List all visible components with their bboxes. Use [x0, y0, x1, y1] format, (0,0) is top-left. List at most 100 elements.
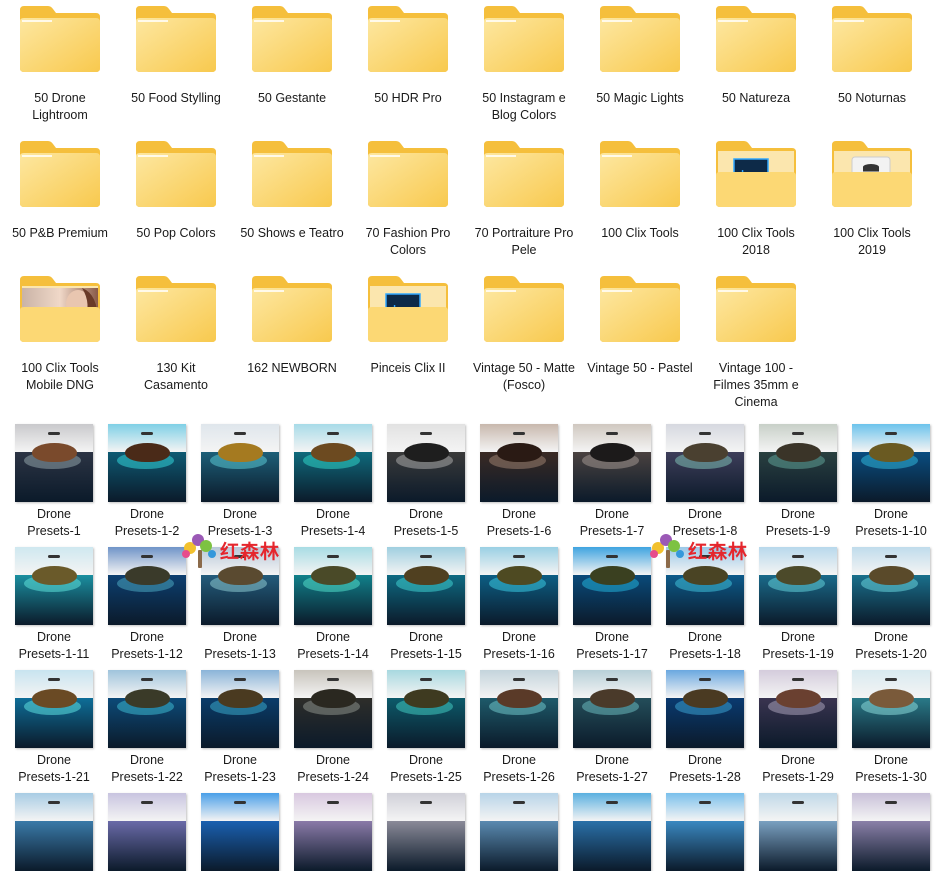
image-thumbnail [759, 424, 837, 502]
folder-label: 70 Portraiture Pro Pele [474, 226, 574, 257]
image-file-item[interactable]: Drone Presets-1-2 [101, 424, 193, 540]
image-thumbnail [759, 793, 837, 871]
folder-label: 50 Pop Colors [136, 226, 216, 240]
image-file-item[interactable]: Drone Presets-1-27 [566, 670, 658, 786]
folder-item[interactable]: 70 Fashion Pro Colors [353, 135, 463, 259]
image-file-item[interactable]: Drone Presets-1-26 [473, 670, 565, 786]
image-file-item[interactable]: Drone Presets-1-14 [287, 547, 379, 663]
image-thumbnail [201, 793, 279, 871]
image-file-item[interactable]: Drone Presets-1-3 [194, 424, 286, 540]
image-file-item[interactable]: Drone Presets-1-21 [8, 670, 100, 786]
file-label: Drone Presets-1-24 [297, 753, 369, 784]
image-thumbnail [108, 793, 186, 871]
folder-icon [250, 4, 334, 74]
image-file-item[interactable]: Drone Presets-1-24 [287, 670, 379, 786]
image-file-item[interactable] [287, 793, 379, 871]
image-file-item[interactable]: Drone Presets-1-25 [380, 670, 472, 786]
folder-label: 100 Clix Tools [601, 226, 679, 240]
folder-item[interactable]: 162 NEWBORN [237, 270, 347, 377]
image-thumbnail [666, 547, 744, 625]
file-label: Drone Presets-1-11 [18, 630, 90, 661]
folder-item[interactable]: 50 Drone Lightroom [5, 0, 115, 124]
folder-icon [134, 139, 218, 209]
file-label: Drone Presets-1-14 [297, 630, 369, 661]
drone-icon [47, 431, 61, 435]
image-file-item[interactable]: Drone Presets-1-22 [101, 670, 193, 786]
folder-item[interactable]: 100 Clix Tools [585, 135, 695, 242]
folder-item[interactable]: Lrc Pinceis Clix II [353, 270, 463, 377]
image-file-item[interactable] [845, 793, 937, 871]
image-file-item[interactable]: Drone Presets-1-7 [566, 424, 658, 540]
image-file-item[interactable] [752, 793, 844, 871]
folder-item[interactable]: Vintage 100 - Filmes 35mm e Cinema [701, 270, 811, 411]
image-file-item[interactable]: Drone Presets-1-29 [752, 670, 844, 786]
image-file-item[interactable]: Drone Presets-1-28 [659, 670, 751, 786]
folder-item[interactable]: 50 Noturnas [817, 0, 927, 107]
image-file-item[interactable]: Drone Presets-1-4 [287, 424, 379, 540]
image-file-item[interactable]: Drone Presets-1-8 [659, 424, 751, 540]
file-label: Drone Presets-1-26 [483, 753, 555, 784]
image-thumbnail [852, 793, 930, 871]
image-file-item[interactable]: Drone Presets-1-16 [473, 547, 565, 663]
image-file-item[interactable] [101, 793, 193, 871]
image-file-item[interactable]: Drone Presets-1-6 [473, 424, 565, 540]
folder-label: 50 P&B Premium [12, 226, 108, 240]
folder-item[interactable]: 50 HDR Pro [353, 0, 463, 107]
image-file-item[interactable]: Drone Presets-1-11 [8, 547, 100, 663]
folder-icon [598, 274, 682, 344]
image-file-item[interactable]: Drone Presets-1-12 [101, 547, 193, 663]
image-file-item[interactable]: Drone Presets-1-23 [194, 670, 286, 786]
image-file-item[interactable] [659, 793, 751, 871]
image-file-item[interactable]: Drone Presets-1-5 [380, 424, 472, 540]
image-file-item[interactable]: Drone Presets-1-18 [659, 547, 751, 663]
drone-icon [233, 800, 247, 804]
folder-item[interactable]: 50 Natureza [701, 0, 811, 107]
folder-item[interactable]: 50 P&B Premium [5, 135, 115, 242]
drone-icon [233, 431, 247, 435]
image-file-item[interactable]: Drone Presets-1-17 [566, 547, 658, 663]
folder-item[interactable]: 50 Gestante [237, 0, 347, 107]
image-file-item[interactable]: Drone Presets-1 [8, 424, 100, 540]
folder-item[interactable]: 100 Clix Tools 2019 [817, 135, 927, 259]
image-file-item[interactable] [380, 793, 472, 871]
folder-item[interactable]: 130 Kit Casamento [121, 270, 231, 394]
folder-item[interactable]: Vintage 50 - Pastel [585, 270, 695, 377]
image-file-item[interactable] [566, 793, 658, 871]
folder-item[interactable]: 100 Clix Tools Mobile DNG [5, 270, 115, 394]
image-file-item[interactable]: Drone Presets-1-9 [752, 424, 844, 540]
image-file-item[interactable]: Drone Presets-1-10 [845, 424, 937, 540]
image-thumbnail [387, 547, 465, 625]
image-file-item[interactable]: Drone Presets-1-13 [194, 547, 286, 663]
folder-item[interactable]: 50 Shows e Teatro [237, 135, 347, 242]
file-label: Drone Presets-1-21 [18, 753, 90, 784]
drone-icon [419, 431, 433, 435]
folder-item[interactable]: 70 Portraiture Pro Pele [469, 135, 579, 259]
folder-item[interactable]: 50 Instagram e Blog Colors [469, 0, 579, 124]
drone-icon [884, 431, 898, 435]
folder-item[interactable]: 50 Magic Lights [585, 0, 695, 107]
drone-icon [419, 554, 433, 558]
file-label: Drone Presets-1-17 [576, 630, 648, 661]
image-thumbnail [15, 670, 93, 748]
drone-icon [698, 554, 712, 558]
image-file-item[interactable]: Drone Presets-1-20 [845, 547, 937, 663]
image-file-item[interactable] [8, 793, 100, 871]
image-file-item[interactable] [473, 793, 565, 871]
drone-icon [140, 554, 154, 558]
image-file-item[interactable]: Drone Presets-1-30 [845, 670, 937, 786]
folder-item[interactable]: 50 Food Stylling [121, 0, 231, 107]
image-thumbnail [108, 547, 186, 625]
file-label: Drone Presets-1-16 [483, 630, 555, 661]
folder-item[interactable]: Vintage 50 - Matte (Fosco) [469, 270, 579, 394]
folder-label: 50 Drone Lightroom [32, 91, 88, 122]
folder-label: 100 Clix Tools 2019 [833, 226, 911, 257]
drone-icon [326, 677, 340, 681]
image-thumbnail [573, 547, 651, 625]
file-label: Drone Presets-1-8 [672, 507, 738, 538]
folder-item[interactable]: Lrc 100 Clix Tools 2018 [701, 135, 811, 259]
image-file-item[interactable]: Drone Presets-1-15 [380, 547, 472, 663]
image-file-item[interactable] [194, 793, 286, 871]
lightroom-folder-icon: Lrc [714, 139, 798, 209]
image-file-item[interactable]: Drone Presets-1-19 [752, 547, 844, 663]
folder-item[interactable]: 50 Pop Colors [121, 135, 231, 242]
